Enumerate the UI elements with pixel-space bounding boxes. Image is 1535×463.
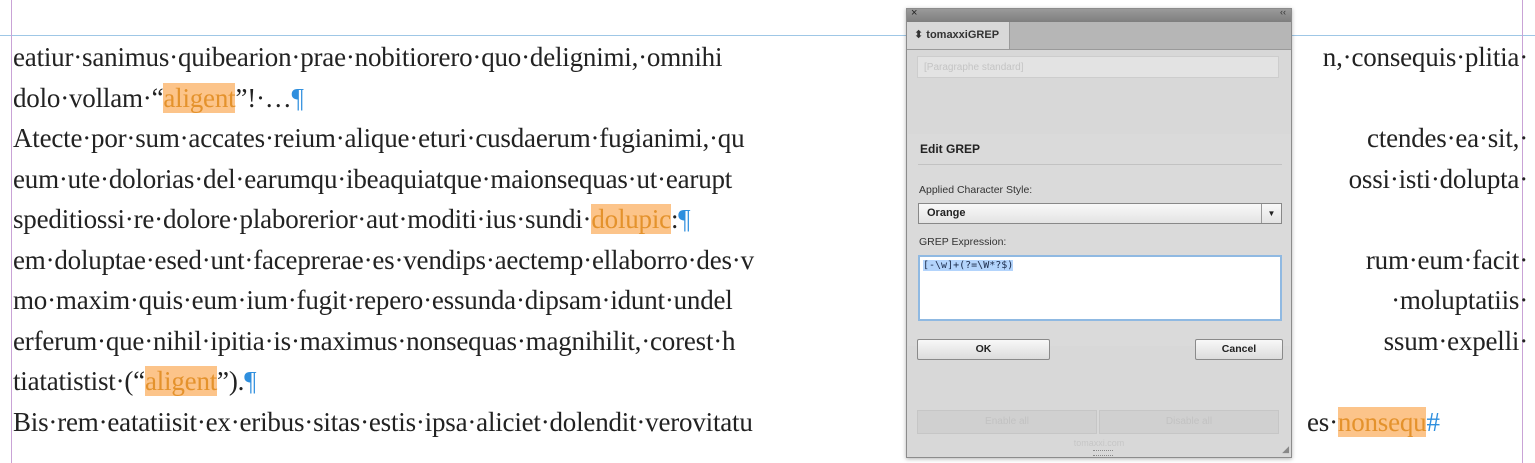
text-run: ossi·isti·dolupta· [1348, 163, 1529, 194]
grep-expression-field[interactable]: [-\w]+(?=\W*?$) [918, 255, 1282, 321]
highlighted-word: aligent [144, 366, 218, 396]
text-run: ”). [217, 366, 245, 396]
text-run: tiatatistist·(“ [13, 366, 145, 396]
highlighted-word: aligent [163, 82, 236, 113]
text-run: erferum·que·nihil·ipitia·is·maximus·nons… [13, 325, 736, 356]
text-line: Bis·rem·eatatiisit·ex·eribus·sitas·estis… [13, 402, 1528, 443]
disable-all-button: Disable all [1099, 410, 1279, 434]
tab-tomaxxigrep[interactable]: ⬍ tomaxxiGREP [907, 22, 1010, 49]
text-line: speditiossi·re·dolore·plaborerior·aut·mo… [13, 199, 1528, 240]
text-run: em·doluptae·esed·unt·faceprerae·es·vendi… [13, 244, 754, 275]
close-icon[interactable]: × [911, 7, 917, 19]
left-margin-guide [11, 0, 12, 463]
text-line: eatiur·sanimus·quibearion·prae·nobitiore… [13, 37, 1528, 78]
grep-expression-label: GREP Expression: [919, 236, 1007, 248]
text-run: mo·maxim·quis·eum·ium·fugit·repero·essun… [13, 285, 733, 315]
tomaxxigrep-panel: × ‹‹ ⬍ tomaxxiGREP [Paragraphe standard]… [906, 7, 1292, 458]
text-line: dolo·vollam·“aligent”!·…¶ [13, 78, 1528, 119]
tab-label: tomaxxiGREP [926, 29, 1000, 41]
panel-grip-handle[interactable] [1093, 450, 1113, 456]
edit-grep-dialog: Edit GREP Applied Character Style: Orang… [908, 134, 1291, 346]
text-run: dolo·vollam·“ [13, 82, 164, 113]
enable-all-button: Enable all [917, 410, 1097, 434]
grep-expression-value: [-\w]+(?=\W*?$) [923, 260, 1014, 271]
text-run: speditiossi·re·dolore·plaborerior·aut·mo… [13, 204, 592, 234]
tab-menu-icon: ⬍ [914, 29, 924, 41]
text-run: es· [1307, 406, 1338, 437]
character-style-value: Orange [927, 207, 966, 219]
text-line: erferum·que·nihil·ipitia·is·maximus·nons… [13, 321, 1528, 362]
pilcrow-mark: ¶ [244, 366, 257, 396]
pilcrow-mark: ¶ [291, 82, 304, 113]
top-margin-guide [0, 35, 1535, 36]
panel-tab-row: ⬍ tomaxxiGREP [907, 22, 1291, 50]
text-line: tiatatistist·(“aligent”).¶ [13, 361, 1528, 402]
character-style-label: Applied Character Style: [919, 184, 1033, 196]
text-line: mo·maxim·quis·eum·ium·fugit·repero·essun… [13, 280, 1528, 321]
text-line: em·doluptae·esed·unt·faceprerae·es·vendi… [13, 240, 1528, 281]
edit-grep-title: Edit GREP [920, 142, 981, 156]
document-text-frame[interactable]: eatiur·sanimus·quibearion·prae·nobitiore… [13, 37, 1528, 442]
pilcrow-mark: # [1426, 406, 1440, 437]
paragraph-style-dropdown: [Paragraphe standard] [917, 56, 1279, 78]
panel-footer: tomaxxi.com [1073, 438, 1125, 448]
text-run: rum·eum·facit· [1365, 244, 1528, 275]
line-end-run: es·nonsequ# [1307, 402, 1440, 443]
highlighted-word: dolupic [591, 204, 671, 234]
text-line: eum·ute·dolorias·del·earumqu·ibeaquiatqu… [13, 159, 1528, 200]
text-run: eum·ute·dolorias·del·earumqu·ibeaquiatqu… [13, 163, 733, 194]
text-run: eatiur·sanimus·quibearion·prae·nobitiore… [13, 42, 723, 72]
text-run: Atecte·por·sum·accates·reium·alique·etur… [13, 123, 745, 153]
text-line: Atecte·por·sum·accates·reium·alique·etur… [13, 118, 1528, 159]
text-run: Bis·rem·eatatiisit·ex·eribus·sitas·estis… [13, 406, 753, 437]
resize-handle-icon[interactable]: ◢ [1282, 444, 1289, 455]
chevron-down-icon[interactable]: ▼ [1261, 204, 1281, 223]
divider [918, 164, 1282, 165]
character-style-select[interactable]: Orange ▼ [918, 203, 1282, 224]
text-run: ctendes·ea·sit,· [1367, 123, 1528, 153]
pilcrow-mark: ¶ [678, 204, 691, 234]
ok-button[interactable]: OK [917, 339, 1050, 360]
text-run: n,·consequis·plitia· [1322, 42, 1528, 72]
panel-titlebar[interactable]: × ‹‹ [907, 7, 1291, 22]
highlighted-word: nonsequ [1337, 406, 1427, 437]
collapse-icon[interactable]: ‹‹ [1280, 7, 1286, 17]
text-run: ssum·expelli· [1383, 325, 1529, 356]
cancel-button[interactable]: Cancel [1195, 339, 1283, 360]
text-run: ”!·… [235, 82, 292, 113]
text-run: ·moluptatiis· [1391, 285, 1528, 315]
